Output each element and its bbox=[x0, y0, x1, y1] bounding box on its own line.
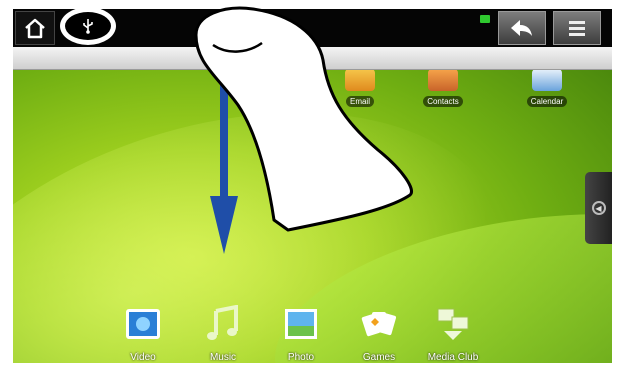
shortcut-label: Calendar bbox=[526, 96, 568, 107]
notification-indicator bbox=[480, 15, 490, 23]
dock-item-music[interactable]: Music bbox=[193, 304, 253, 363]
dock-item-media-club[interactable]: Media Club bbox=[423, 305, 483, 363]
dock-label: Games bbox=[362, 352, 396, 363]
shortcut-label: Contacts bbox=[423, 96, 463, 107]
menu-button[interactable] bbox=[553, 11, 601, 45]
dock: Video Music Photo Games Media Club bbox=[13, 299, 612, 363]
music-icon bbox=[207, 304, 238, 340]
media-club-icon bbox=[437, 308, 469, 340]
dock-label: Music bbox=[209, 352, 237, 363]
home-icon bbox=[25, 18, 45, 39]
video-icon bbox=[126, 309, 160, 339]
shortcut-calendar[interactable]: Calendar bbox=[522, 69, 572, 109]
chevron-left-icon: ◀ bbox=[591, 201, 606, 215]
usb-status-icon[interactable] bbox=[60, 9, 116, 45]
photo-icon bbox=[285, 309, 317, 339]
games-icon bbox=[361, 312, 397, 337]
contacts-icon bbox=[428, 69, 458, 91]
dock-item-photo[interactable]: Photo bbox=[271, 305, 331, 363]
calendar-icon bbox=[532, 69, 562, 91]
menu-icon bbox=[569, 21, 585, 36]
dock-item-video[interactable]: Video bbox=[113, 305, 173, 363]
back-arrow-icon bbox=[511, 20, 532, 36]
dock-label: Video bbox=[130, 352, 156, 363]
back-button[interactable] bbox=[498, 11, 546, 45]
dock-label: Photo bbox=[287, 352, 315, 363]
dock-item-games[interactable]: Games bbox=[349, 305, 409, 363]
usb-icon bbox=[83, 19, 93, 34]
finger-gesture-icon bbox=[194, 6, 413, 232]
app-drawer-tab[interactable]: ◀ bbox=[585, 172, 612, 244]
home-button[interactable] bbox=[15, 11, 55, 45]
dock-label: Media Club bbox=[427, 352, 479, 363]
